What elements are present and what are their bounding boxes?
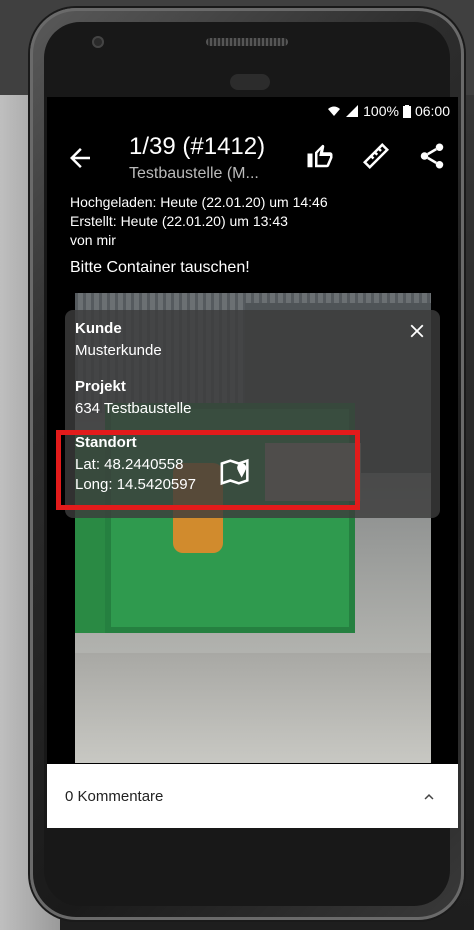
thumbs-up-icon[interactable]: [305, 141, 335, 171]
project-label: Projekt: [75, 378, 126, 395]
project-value: 634 Testbaustelle: [75, 400, 192, 417]
message-text: Bitte Container tauschen!: [70, 259, 250, 276]
earpiece-speaker: [206, 38, 288, 46]
uploaded-text: Hochgeladen: Heute (22.01.20) um 14:46: [70, 194, 328, 210]
battery-icon: [402, 104, 411, 118]
battery-percent: 100%: [363, 103, 399, 119]
close-icon[interactable]: [406, 320, 428, 342]
page-title: 1/39 (#1412): [129, 133, 266, 160]
upload-meta: Hochgeladen: Heute (22.01.20) um 14:46 E…: [70, 193, 328, 250]
customer-label: Kunde: [75, 320, 122, 337]
chevron-up-icon[interactable]: [420, 788, 438, 806]
proximity-sensor: [230, 74, 270, 90]
app-bar: 1/39 (#1412) Testbaustelle (M...: [47, 125, 458, 187]
wifi-icon: [327, 105, 341, 117]
comments-bar[interactable]: 0 Kommentare: [47, 764, 458, 828]
ruler-icon[interactable]: [361, 141, 391, 171]
share-icon[interactable]: [417, 141, 447, 171]
signal-icon: [345, 105, 359, 117]
customer-value: Musterkunde: [75, 342, 162, 359]
status-time: 06:00: [414, 103, 450, 119]
author-text: von mir: [70, 232, 116, 248]
app-screen: 100% 06:00 1/39 (#1412) Testbaustelle (M…: [47, 97, 458, 828]
page-subtitle: Testbaustelle (M...: [129, 165, 259, 182]
back-arrow-icon[interactable]: [65, 143, 95, 173]
created-text: Erstellt: Heute (22.01.20) um 13:43: [70, 213, 288, 229]
comments-count: 0 Kommentare: [65, 788, 164, 805]
front-camera: [92, 36, 104, 48]
status-bar: 100% 06:00: [47, 97, 458, 125]
location-highlight-box: [56, 430, 360, 510]
